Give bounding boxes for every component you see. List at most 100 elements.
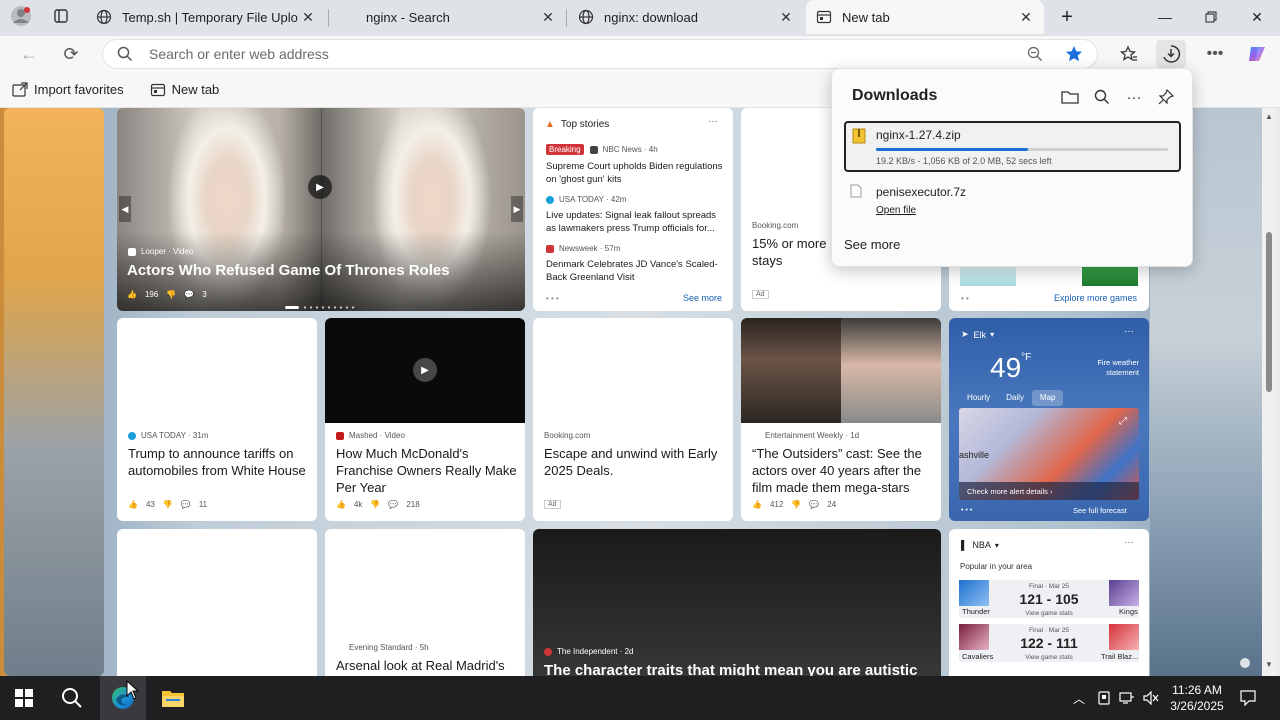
taskbar-search-button[interactable] xyxy=(48,676,96,720)
tab-nginx-download[interactable]: nginx: download ✕ xyxy=(568,0,804,34)
taskbar-clock[interactable]: 11:26 AM 3/26/2025 xyxy=(1162,682,1232,714)
news-card[interactable]: Evening Standard · 5h Arsenal look at Re… xyxy=(325,529,525,676)
close-icon[interactable]: ✕ xyxy=(298,9,318,26)
pager-dots[interactable]: • • • xyxy=(961,507,972,514)
play-icon[interactable]: ▶ xyxy=(413,358,437,382)
card-title[interactable]: Trump to announce tariffs on automobiles… xyxy=(128,445,310,479)
restore-button[interactable] xyxy=(1188,0,1234,34)
scroll-down-icon[interactable]: ▼ xyxy=(1265,660,1273,669)
tab-daily[interactable]: Daily xyxy=(998,390,1032,406)
tab-temp-sh[interactable]: Temp.sh | Temporary File Upload ✕ xyxy=(86,0,326,34)
device-icon[interactable] xyxy=(1094,676,1114,720)
dislike-icon[interactable]: 👎 xyxy=(370,500,380,509)
tab-map[interactable]: Map xyxy=(1031,390,1064,406)
more-options-icon[interactable]: ··· xyxy=(708,116,718,127)
close-window-button[interactable]: ✕ xyxy=(1234,0,1280,34)
hero-card[interactable]: ▶ ◀ ▶ Looper · Video Actors Who Refused … xyxy=(117,108,525,311)
open-file-link[interactable]: Open file xyxy=(876,205,916,216)
story-title[interactable]: Denmark Celebrates JD Vance's Scaled-Bac… xyxy=(546,258,726,284)
search-downloads-button[interactable] xyxy=(1092,87,1112,107)
game-thumbnail[interactable] xyxy=(1082,264,1138,286)
comment-icon[interactable]: 💬 xyxy=(388,500,398,509)
dislike-icon[interactable]: 👎 xyxy=(163,500,173,509)
more-options-icon[interactable]: ··· xyxy=(1124,326,1134,337)
feedback-icon[interactable] xyxy=(1240,658,1250,668)
pager-dots[interactable]: • • xyxy=(961,294,969,303)
new-tab-button[interactable]: + xyxy=(1044,0,1090,34)
download-item[interactable]: penisexecutor.7z Open file xyxy=(844,179,1181,223)
hero-title[interactable]: Actors Who Refused Game Of Thrones Roles xyxy=(127,262,450,279)
dislike-icon[interactable]: 👎 xyxy=(791,500,801,509)
play-icon[interactable]: ▶ xyxy=(308,175,332,199)
carousel-dots[interactable] xyxy=(285,296,357,309)
like-icon[interactable]: 👍 xyxy=(127,290,137,299)
featured-news-card[interactable]: The Independent · 2d The character trait… xyxy=(533,529,941,676)
network-icon[interactable] xyxy=(1116,676,1138,720)
download-item-active[interactable]: nginx-1.27.4.zip 19.2 KB/s - 1,056 KB of… xyxy=(844,121,1181,172)
card-title[interactable]: The character traits that might mean you… xyxy=(544,662,934,676)
pin-button[interactable] xyxy=(1156,87,1176,107)
favorites-button[interactable] xyxy=(1114,40,1144,68)
close-icon[interactable]: ✕ xyxy=(776,9,796,26)
carousel-next-button[interactable]: ▶ xyxy=(511,196,523,222)
more-options-icon[interactable]: ··· xyxy=(1124,537,1134,548)
zoom-icon[interactable] xyxy=(1027,46,1043,62)
scrollbar-thumb[interactable] xyxy=(1266,232,1272,392)
tab-actions-button[interactable] xyxy=(46,2,76,30)
scroll-up-icon[interactable]: ▲ xyxy=(1265,112,1273,121)
see-more-link[interactable]: See more xyxy=(683,293,722,303)
story-title[interactable]: Supreme Court upholds Biden regulations … xyxy=(546,160,726,186)
tab-nginx-search[interactable]: nginx - Search ✕ xyxy=(330,0,566,34)
profile-avatar[interactable] xyxy=(6,2,36,30)
copilot-button[interactable] xyxy=(1242,40,1272,68)
comment-icon[interactable]: 💬 xyxy=(809,500,819,509)
game-score-row[interactable]: Final · Mar 25 121 - 105 View game stats… xyxy=(959,580,1139,618)
taskbar-explorer-button[interactable] xyxy=(150,676,196,720)
like-icon[interactable]: 👍 xyxy=(128,500,138,509)
refresh-button[interactable]: ⟳ xyxy=(56,40,86,68)
explore-games-link[interactable]: Explore more games xyxy=(1054,293,1137,303)
notifications-button[interactable] xyxy=(1236,676,1260,720)
expand-icon[interactable]: ⤢ xyxy=(1119,416,1127,427)
card-title[interactable]: “The Outsiders” cast: See the actors ove… xyxy=(752,445,934,496)
show-hidden-icons-button[interactable]: ︿ xyxy=(1068,676,1090,720)
more-options-button[interactable]: ··· xyxy=(1124,87,1144,107)
comment-icon[interactable]: 💬 xyxy=(184,290,194,299)
ad-title[interactable]: 15% or more stays xyxy=(752,235,842,269)
card-title[interactable]: How Much McDonald's Franchise Owners Rea… xyxy=(336,445,518,496)
ad-card[interactable]: Booking.com Escape and unwind with Early… xyxy=(533,318,733,521)
page-scrollbar[interactable]: ▲ ▼ xyxy=(1262,108,1276,676)
back-button[interactable]: ← xyxy=(14,40,44,68)
start-button[interactable] xyxy=(0,676,48,720)
like-icon[interactable]: 👍 xyxy=(752,500,762,509)
new-tab-favorite[interactable]: New tab xyxy=(150,82,219,98)
ad-title[interactable]: Escape and unwind with Early 2025 Deals. xyxy=(544,445,726,479)
nba-header[interactable]: ▌ NBA ▾ xyxy=(961,540,999,550)
alert-details-link[interactable]: Check more alert details › xyxy=(959,482,1139,500)
comment-icon[interactable]: 💬 xyxy=(181,500,191,509)
import-favorites-link[interactable]: Import favorites xyxy=(12,81,124,98)
game-thumbnail[interactable] xyxy=(960,264,1016,286)
weather-map[interactable]: ashville ⤢ Check more alert details › xyxy=(959,408,1139,500)
volume-muted-icon[interactable] xyxy=(1140,676,1162,720)
address-bar[interactable]: Search or enter web address xyxy=(102,39,1098,69)
news-card[interactable]: Entertainment Weekly · 1d “The Outsiders… xyxy=(741,318,941,521)
tab-new-tab[interactable]: New tab ✕ xyxy=(806,0,1044,34)
weather-alert[interactable]: Fire weather statement xyxy=(1069,358,1139,378)
full-forecast-link[interactable]: See full forecast xyxy=(1073,506,1127,515)
pager-dots[interactable]: • • • xyxy=(546,294,559,303)
dislike-icon[interactable]: 👎 xyxy=(166,290,176,299)
minimize-button[interactable]: — xyxy=(1142,0,1188,34)
downloads-button[interactable] xyxy=(1156,40,1186,68)
game-score-row[interactable]: Final · Mar 25 122 - 111 View game stats… xyxy=(959,624,1139,662)
tab-hourly[interactable]: Hourly xyxy=(959,390,998,406)
settings-more-button[interactable]: ••• xyxy=(1200,40,1230,68)
weather-location[interactable]: ➤ Elk ▾ xyxy=(961,329,994,340)
news-card[interactable]: USA TODAY · 31m Trump to announce tariff… xyxy=(117,318,317,521)
news-card[interactable]: ▶ Mashed · Video How Much McDonald's Fra… xyxy=(325,318,525,521)
see-more-downloads-link[interactable]: See more xyxy=(844,237,900,252)
weather-card[interactable]: ➤ Elk ▾ ··· 49°F Fire weather statement … xyxy=(949,318,1149,521)
star-filled-icon[interactable] xyxy=(1065,45,1083,63)
card-title[interactable]: Arsenal look at Real Madrid's xyxy=(336,657,518,674)
story-title[interactable]: Live updates: Signal leak fallout spread… xyxy=(546,209,726,235)
